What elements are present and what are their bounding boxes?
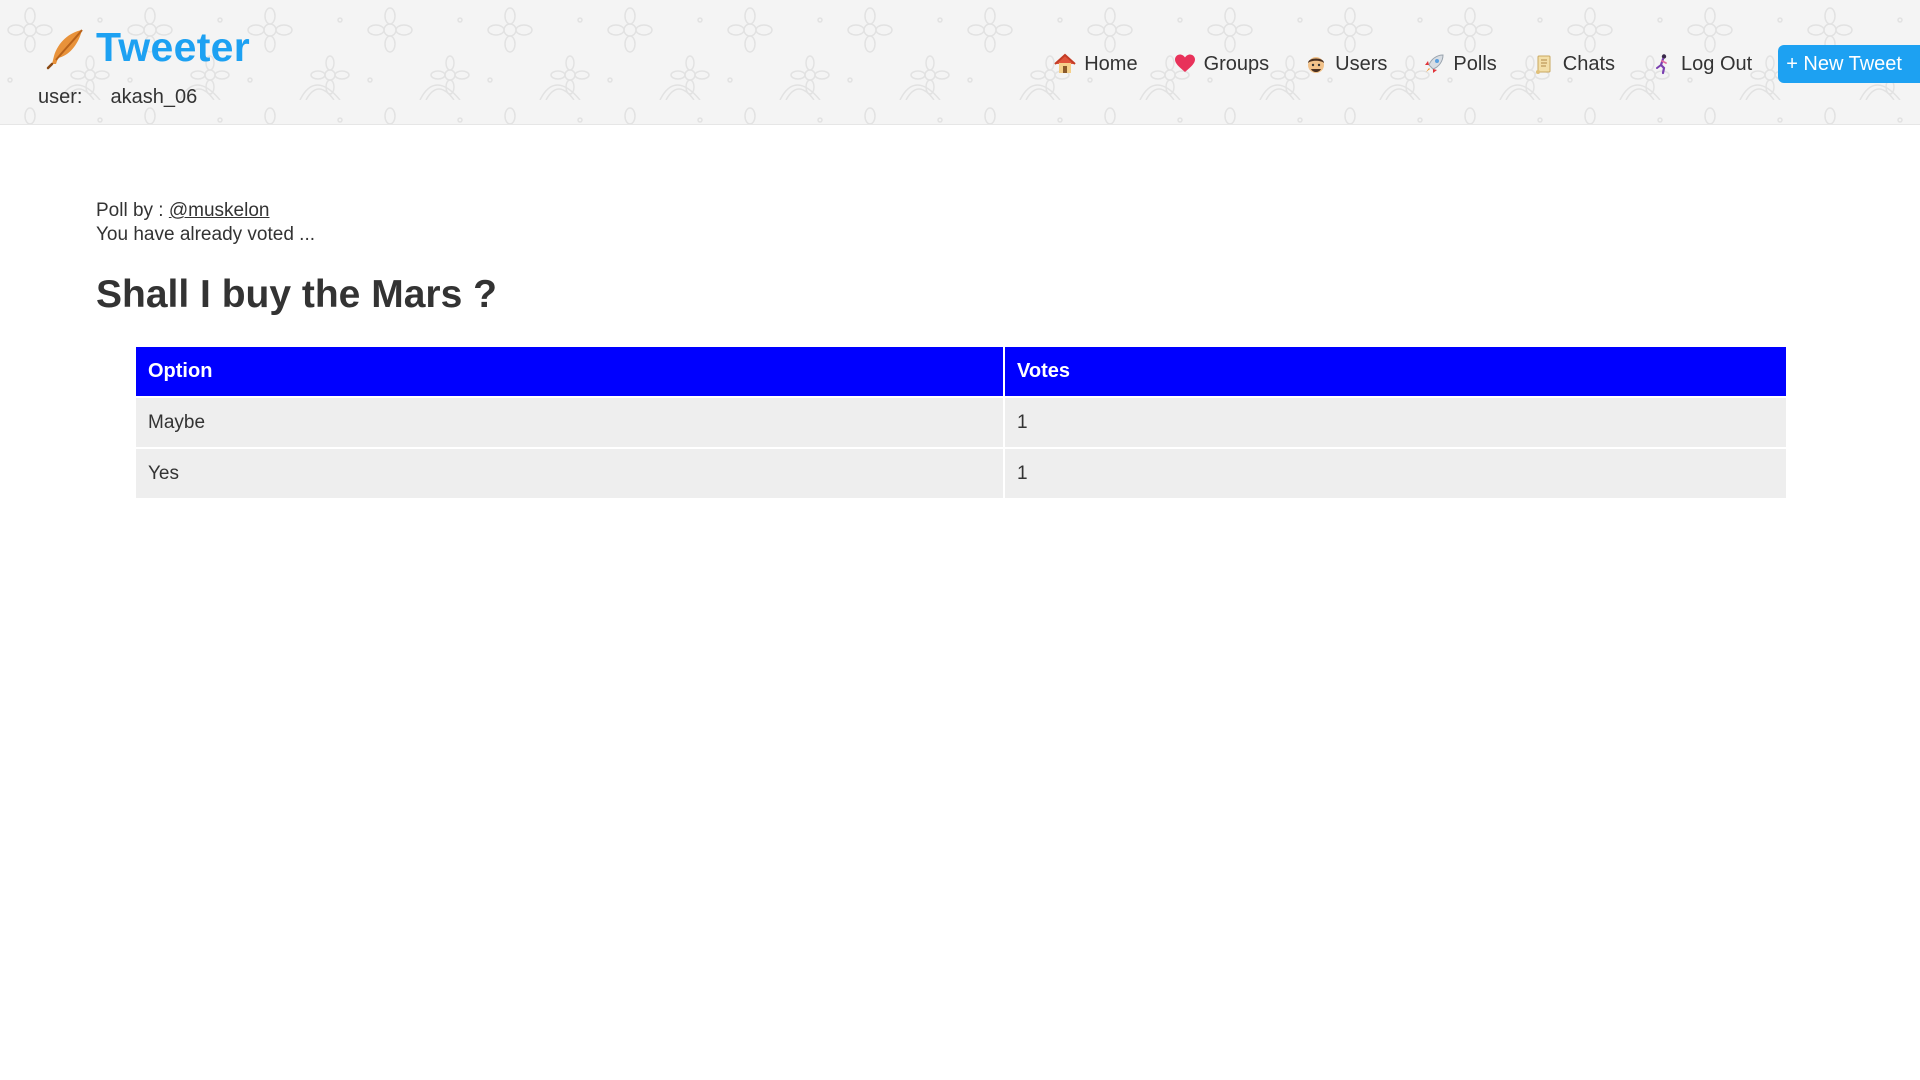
scroll-icon	[1535, 55, 1551, 74]
poll-author-link[interactable]: @muskelon	[169, 200, 270, 221]
heart-icon	[1174, 54, 1195, 72]
face-icon	[1308, 57, 1325, 73]
nav-polls-label: Polls	[1453, 52, 1497, 75]
nav-logout[interactable]: Log Out	[1651, 53, 1752, 76]
option-cell: Yes	[136, 447, 1004, 498]
nav-logout-label: Log Out	[1681, 52, 1753, 75]
nav-groups-label: Groups	[1203, 52, 1270, 75]
nav-chats-label: Chats	[1562, 52, 1616, 75]
poll-author-line: Poll by : @muskelon	[96, 199, 1796, 223]
votes-cell: 1	[1003, 396, 1786, 448]
poll-question: Shall I buy the Mars ?	[96, 273, 497, 316]
rocket-icon	[1425, 54, 1444, 73]
nav-users[interactable]: Users	[1305, 53, 1387, 76]
nav-home-label: Home	[1084, 52, 1138, 75]
main-nav: Home Groups Users Polls Chats Log Out + …	[1018, 45, 1920, 83]
votes-cell: 1	[1003, 447, 1786, 498]
column-header-votes: Votes	[1003, 347, 1786, 397]
column-header-option: Option	[136, 347, 1004, 397]
runner-icon	[1656, 54, 1667, 75]
poll-content: Poll by : @muskelon You have already vot…	[96, 199, 1796, 498]
nav-polls[interactable]: Polls	[1423, 52, 1497, 76]
nav-chats[interactable]: Chats	[1533, 53, 1615, 76]
vote-status: You have already voted ...	[96, 224, 316, 245]
nav-groups[interactable]: Groups	[1174, 52, 1270, 76]
option-cell: Maybe	[136, 396, 1004, 448]
top-header: Tweeter user: akash_06 Home Groups Users…	[0, 0, 1920, 125]
user-label: user:	[38, 86, 83, 108]
feather-icon	[46, 28, 83, 69]
table-header-row: Option Votes	[136, 347, 1786, 397]
new-tweet-button[interactable]: + New Tweet	[1778, 45, 1920, 83]
page: Tweeter user: akash_06 Home Groups Users…	[0, 0, 1920, 1080]
nav-users-label: Users	[1335, 52, 1388, 75]
brand-name: Tweeter	[96, 24, 251, 70]
table-row: Yes 1	[136, 447, 1786, 498]
nav-home[interactable]: Home	[1054, 52, 1138, 76]
brand-logo[interactable]: Tweeter	[44, 24, 250, 71]
table-row: Maybe 1	[136, 396, 1786, 448]
poll-results-table: Option Votes Maybe 1 Yes 1	[136, 347, 1786, 498]
poll-by-label: Poll by :	[96, 200, 164, 221]
current-user: user: akash_06	[38, 86, 197, 109]
house-icon	[1054, 53, 1076, 73]
username: akash_06	[110, 86, 198, 108]
